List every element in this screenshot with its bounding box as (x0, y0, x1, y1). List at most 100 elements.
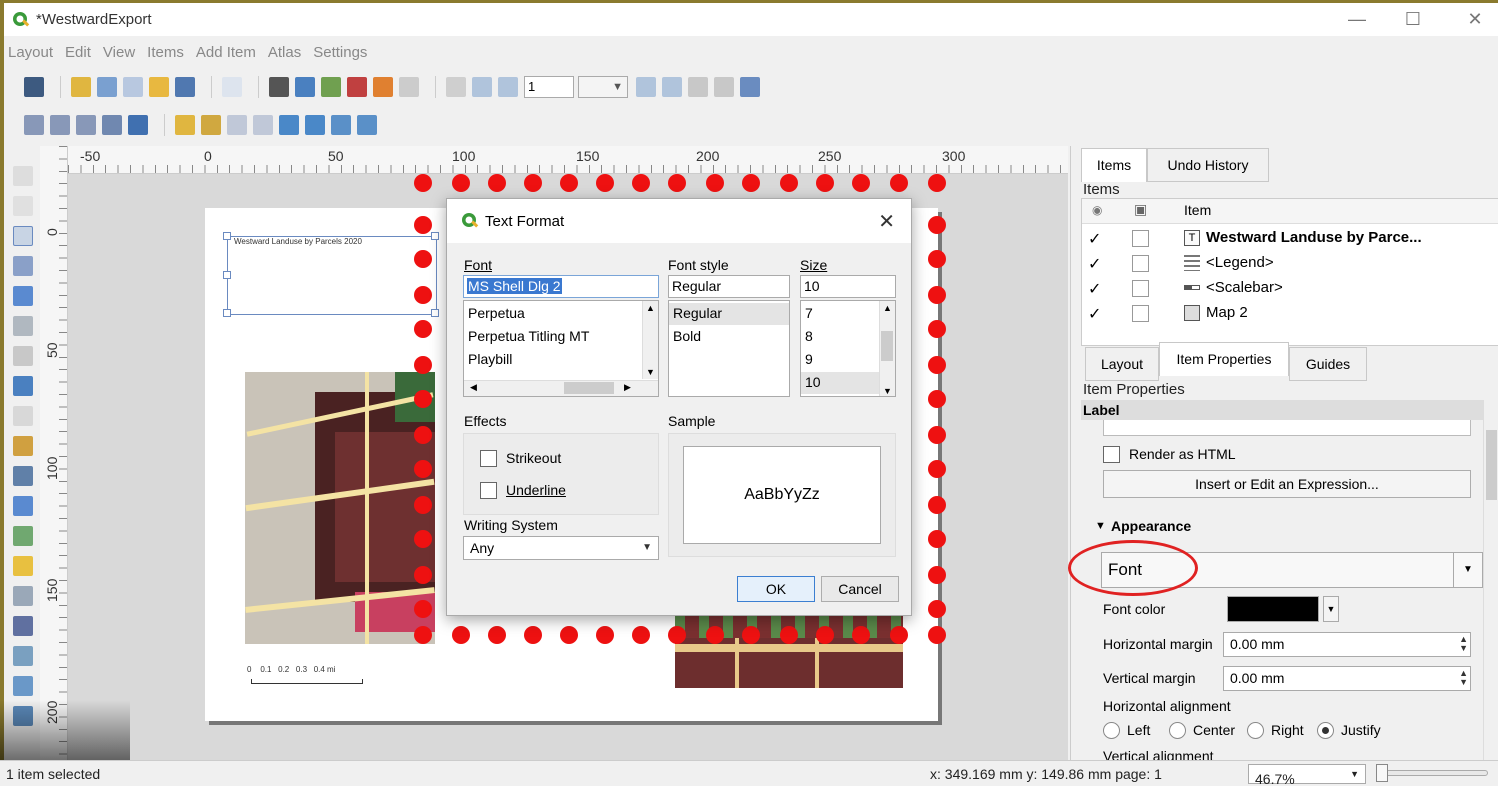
last-feature-icon[interactable] (662, 77, 682, 97)
font-list-scrollbar[interactable]: ▲ ▼ (642, 301, 658, 379)
add-3d-map-icon[interactable] (13, 346, 33, 366)
add-label-icon[interactable] (13, 406, 33, 426)
render-html-label[interactable]: Render as HTML (1129, 446, 1236, 462)
zoom-actual-icon[interactable] (76, 115, 96, 135)
atlas-page-input[interactable]: 1 (524, 76, 574, 98)
add-node-item-icon[interactable] (13, 616, 33, 636)
size-list-item[interactable]: 8 (805, 328, 813, 344)
page-setup-icon[interactable] (222, 77, 242, 97)
size-list[interactable]: 7 8 9 10 ▲ ▼ (800, 300, 896, 397)
item-row[interactable]: ✓ <Legend> (1082, 251, 1498, 276)
align-justify-label[interactable]: Justify (1341, 722, 1381, 738)
add-legend-icon[interactable] (13, 436, 33, 456)
size-input[interactable]: 10 (800, 275, 896, 298)
lock-checkbox[interactable] (1132, 255, 1149, 272)
resize-handle[interactable] (431, 232, 439, 240)
add-picture-icon[interactable] (13, 376, 33, 396)
font-list-item[interactable]: Perpetua (468, 305, 525, 321)
add-shape-icon[interactable] (13, 526, 33, 546)
export-atlas-icon[interactable] (714, 77, 734, 97)
menu-atlas[interactable]: Atlas (268, 44, 301, 61)
lock-checkbox[interactable] (1132, 280, 1149, 297)
add-html-icon[interactable] (13, 646, 33, 666)
font-menu-arrow[interactable]: ▼ (1453, 552, 1483, 588)
menu-add-item[interactable]: Add Item (196, 44, 256, 61)
new-layout-icon[interactable] (71, 77, 91, 97)
atlas-page-dropdown[interactable]: ▼ (578, 76, 628, 98)
open-template-icon[interactable] (149, 77, 169, 97)
font-list-item[interactable]: Playbill (468, 351, 512, 367)
raise-items-icon[interactable] (175, 115, 195, 135)
menu-layout[interactable]: Layout (8, 44, 53, 61)
select-move-icon[interactable] (13, 226, 33, 246)
print-icon[interactable] (269, 77, 289, 97)
align-justify-radio[interactable] (1317, 722, 1334, 739)
next-feature-icon[interactable] (636, 77, 656, 97)
appearance-heading[interactable]: Appearance (1111, 518, 1191, 534)
resize-handle[interactable] (431, 309, 439, 317)
duplicate-layout-icon[interactable] (97, 77, 117, 97)
zoom-slider-handle[interactable] (1376, 764, 1388, 782)
align-center-label[interactable]: Center (1193, 722, 1235, 738)
resize-icon[interactable] (357, 115, 377, 135)
item-name[interactable]: <Legend> (1206, 254, 1274, 271)
cancel-button[interactable]: Cancel (821, 576, 899, 602)
zoom-slider[interactable] (1378, 770, 1488, 776)
font-style-list[interactable]: Regular Bold (668, 300, 790, 397)
label-text-editor[interactable] (1103, 420, 1471, 436)
size-list-scrollbar[interactable]: ▲ ▼ (879, 301, 895, 396)
align-right-radio[interactable] (1247, 722, 1264, 739)
lock-checkbox[interactable] (1132, 305, 1149, 322)
menu-settings[interactable]: Settings (313, 44, 367, 61)
distribute-icon[interactable] (331, 115, 351, 135)
lock-checkbox[interactable] (1132, 230, 1149, 247)
align-left-label[interactable]: Left (1127, 722, 1150, 738)
item-name[interactable]: Westward Landuse by Parce... (1206, 229, 1422, 246)
maximize-button[interactable]: ☐ (1390, 3, 1436, 36)
zoom-combo[interactable]: 46.7% ▼ (1248, 764, 1366, 787)
font-list-item[interactable]: Perpetua Titling MT (468, 328, 589, 344)
spin-icon[interactable]: ▲ ▼ (1459, 669, 1468, 687)
export-pdf-icon[interactable] (347, 77, 367, 97)
pan-icon[interactable] (13, 166, 33, 186)
print-atlas-icon[interactable] (688, 77, 708, 97)
style-list-item[interactable]: Regular (673, 305, 722, 321)
resize-handle[interactable] (223, 271, 231, 279)
export-svg-icon[interactable] (321, 77, 341, 97)
visible-checkbox[interactable]: ✓ (1088, 229, 1101, 249)
title-label-item[interactable]: Westward Landuse by Parcels 2020 (223, 232, 439, 317)
tab-items[interactable]: Items (1081, 148, 1147, 182)
tab-undo-history[interactable]: Undo History (1147, 148, 1269, 182)
horizontal-margin-input[interactable]: 0.00 mm ▲ ▼ (1223, 632, 1471, 657)
item-row[interactable]: ✓ Map 2 (1082, 301, 1498, 326)
font-color-swatch[interactable] (1227, 596, 1319, 622)
resize-handle[interactable] (223, 232, 231, 240)
map-item-1[interactable] (245, 372, 435, 644)
size-list-item[interactable]: 9 (805, 351, 813, 367)
add-scalebar-icon[interactable] (13, 466, 33, 486)
minimize-button[interactable]: — (1334, 3, 1380, 36)
item-name[interactable]: <Scalebar> (1206, 279, 1283, 296)
map-item-2[interactable] (675, 608, 903, 688)
layout-manager-icon[interactable] (123, 77, 143, 97)
edit-nodes-icon[interactable] (13, 286, 33, 306)
align-right-label[interactable]: Right (1271, 722, 1304, 738)
ok-button[interactable]: OK (737, 576, 815, 602)
spin-icon[interactable]: ▲ ▼ (1459, 635, 1468, 653)
move-content-icon[interactable] (13, 256, 33, 276)
close-window-button[interactable]: ✕ (1452, 3, 1498, 36)
save-template-icon[interactable] (175, 77, 195, 97)
visible-checkbox[interactable]: ✓ (1088, 279, 1101, 299)
font-list-hscrollbar[interactable]: ◀ ▶ (464, 380, 658, 396)
insert-expression-button[interactable]: Insert or Edit an Expression... (1103, 470, 1471, 498)
strikeout-label[interactable]: Strikeout (506, 450, 561, 466)
size-list-item[interactable]: 7 (805, 305, 813, 321)
redo-icon[interactable] (399, 77, 419, 97)
scalebar-item[interactable]: 0 0.1 0.2 0.3 0.4 mi (247, 665, 363, 684)
font-color-dropdown[interactable]: ▼ (1323, 596, 1339, 622)
menu-view[interactable]: View (103, 44, 135, 61)
font-style-input[interactable]: Regular (668, 275, 790, 298)
add-arrow-icon[interactable] (13, 586, 33, 606)
zoom-out-icon[interactable] (50, 115, 70, 135)
font-input[interactable]: MS Shell Dlg 2 (463, 275, 659, 298)
